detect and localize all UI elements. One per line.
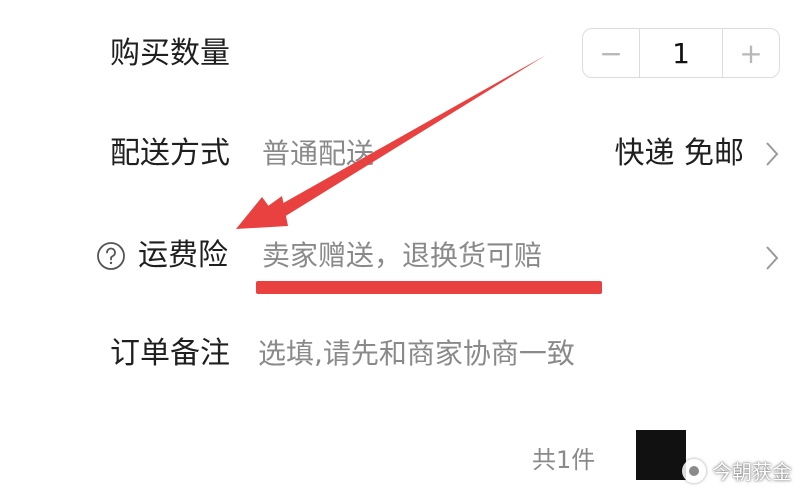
item-count: 共1件 <box>532 446 596 474</box>
increment-button[interactable]: + <box>723 29 779 77</box>
remark-input[interactable]: 选填,请先和商家协商一致 <box>258 334 575 374</box>
question-circle-icon[interactable] <box>96 241 126 271</box>
highlight-underline <box>256 281 602 294</box>
decrement-button[interactable]: − <box>583 29 639 77</box>
insurance-value: 卖家赠送，退换货可赔 <box>262 239 543 272</box>
chevron-right-icon[interactable] <box>764 140 780 168</box>
delivery-fee: 快递 免邮 <box>614 136 744 171</box>
chevron-right-icon[interactable] <box>764 244 780 272</box>
watermark-text: 今朝获金 <box>712 460 792 484</box>
quantity-stepper: − 1 + <box>582 28 780 78</box>
quantity-value[interactable]: 1 <box>639 29 723 77</box>
delivery-value: 普通配送 <box>262 137 375 170</box>
delivery-label: 配送方式 <box>110 136 230 171</box>
watermark: 今朝获金 <box>682 456 792 485</box>
remark-row[interactable]: 订单备注 选填,请先和商家协商一致 <box>0 314 806 394</box>
remark-label: 订单备注 <box>110 336 230 371</box>
insurance-label: 运费险 <box>138 238 228 273</box>
product-thumbnail <box>636 430 686 480</box>
delivery-row[interactable]: 配送方式 普通配送 快递 免邮 <box>0 114 806 194</box>
watermark-logo-icon <box>682 458 706 483</box>
quantity-label: 购买数量 <box>110 36 230 71</box>
